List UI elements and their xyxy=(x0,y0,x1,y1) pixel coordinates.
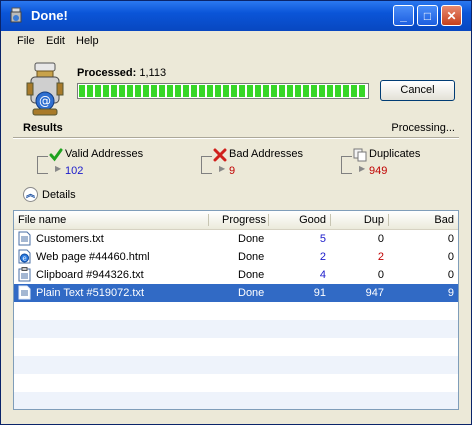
row-progress: Done xyxy=(238,269,265,281)
empty-row-stripe xyxy=(14,392,458,409)
row-dup: 0 xyxy=(377,269,384,281)
results-divider xyxy=(13,137,459,139)
progress-bar xyxy=(77,83,369,99)
row-good: 91 xyxy=(313,287,326,299)
processed-count: 1,113 xyxy=(139,67,167,79)
row-dup: 947 xyxy=(365,287,384,299)
main-window: Done! _ □ ✕ File Edit Help @ Processed: … xyxy=(0,0,472,425)
file-list[interactable]: File name Progress Good Dup Bad Customer… xyxy=(13,210,459,410)
row-file-name: Web page #44460.html xyxy=(36,251,150,263)
minimize-button[interactable]: _ xyxy=(393,5,414,26)
progress-bar-fill xyxy=(79,85,367,97)
column-good[interactable]: Good xyxy=(299,214,326,226)
valid-bracket xyxy=(37,156,48,174)
svg-text:@: @ xyxy=(39,94,51,108)
row-good: 5 xyxy=(319,233,326,245)
row-dup: 2 xyxy=(377,251,384,263)
table-row-selected[interactable]: Plain Text #519072.txt Done 91 947 9 xyxy=(14,284,458,302)
menu-file[interactable]: File xyxy=(17,35,35,47)
cancel-button[interactable]: Cancel xyxy=(380,80,455,101)
duplicates-icon xyxy=(353,148,367,162)
duplicates-label: Duplicates xyxy=(369,148,421,160)
row-bad: 9 xyxy=(447,287,454,299)
row-progress: Done xyxy=(238,233,265,245)
status-bar xyxy=(1,412,471,424)
column-divider[interactable] xyxy=(330,214,331,226)
clipboard-icon xyxy=(18,267,31,282)
row-bad: 0 xyxy=(447,233,454,245)
title-bar[interactable]: Done! _ □ ✕ xyxy=(1,1,471,31)
row-good: 4 xyxy=(319,269,326,281)
table-row[interactable]: Clipboard #944326.txt Done 4 0 0 xyxy=(14,266,458,284)
details-label: Details xyxy=(42,189,76,201)
valid-addresses-label: Valid Addresses xyxy=(65,148,144,160)
mascot-icon: @ xyxy=(26,62,64,116)
window-title: Done! xyxy=(31,8,68,23)
duplicates-stat: Duplicates ▶ 949 xyxy=(341,148,471,180)
table-row[interactable]: e Web page #44460.html Done 2 2 0 xyxy=(14,248,458,266)
valid-arrow-icon: ▶ xyxy=(55,164,62,173)
bad-bracket xyxy=(201,156,212,174)
column-divider[interactable] xyxy=(268,214,269,226)
column-progress[interactable]: Progress xyxy=(222,214,266,226)
row-bad: 0 xyxy=(447,269,454,281)
duplicates-value[interactable]: 949 xyxy=(369,165,387,177)
svg-text:e: e xyxy=(22,255,26,263)
column-file-name[interactable]: File name xyxy=(18,214,66,226)
bad-addresses-value[interactable]: 9 xyxy=(229,165,235,177)
column-divider[interactable] xyxy=(388,214,389,226)
processed-caption: Processed: xyxy=(77,67,137,79)
results-heading: Results xyxy=(23,122,63,134)
duplicates-bracket xyxy=(341,156,352,174)
app-icon xyxy=(10,7,22,23)
text-file-icon xyxy=(18,231,31,246)
row-dup: 0 xyxy=(377,233,384,245)
web-page-icon: e xyxy=(18,249,31,264)
processed-label: Processed: 1,113 xyxy=(77,67,166,79)
bad-addresses-stat: Bad Addresses ▶ 9 xyxy=(201,148,351,180)
row-bad: 0 xyxy=(447,251,454,263)
menu-bar: File Edit Help xyxy=(1,31,471,51)
bad-arrow-icon: ▶ xyxy=(219,164,226,173)
row-file-name: Plain Text #519072.txt xyxy=(36,287,145,299)
processing-status: Processing... xyxy=(391,122,455,134)
empty-row-stripe xyxy=(14,356,458,374)
column-dup[interactable]: Dup xyxy=(364,214,384,226)
collapse-chevron-icon[interactable]: ︽ xyxy=(23,187,38,202)
row-good: 2 xyxy=(319,251,326,263)
maximize-button[interactable]: □ xyxy=(417,5,438,26)
row-file-name: Clipboard #944326.txt xyxy=(36,269,144,281)
list-header: File name Progress Good Dup Bad xyxy=(14,211,458,230)
red-x-icon xyxy=(213,148,227,162)
text-file-icon xyxy=(18,285,31,300)
close-button[interactable]: ✕ xyxy=(441,5,462,26)
valid-addresses-stat: Valid Addresses ▶ 102 xyxy=(37,148,187,180)
green-check-icon xyxy=(49,148,63,162)
menu-help[interactable]: Help xyxy=(76,35,99,47)
empty-row-stripe xyxy=(14,320,458,338)
duplicates-arrow-icon: ▶ xyxy=(359,164,366,173)
menu-edit[interactable]: Edit xyxy=(46,35,65,47)
bad-addresses-label: Bad Addresses xyxy=(229,148,303,160)
column-bad[interactable]: Bad xyxy=(434,214,454,226)
valid-addresses-value[interactable]: 102 xyxy=(65,165,83,177)
table-row[interactable]: Customers.txt Done 5 0 0 xyxy=(14,230,458,248)
column-divider[interactable] xyxy=(208,214,209,226)
row-progress: Done xyxy=(238,287,265,299)
row-progress: Done xyxy=(238,251,265,263)
row-file-name: Customers.txt xyxy=(36,233,104,245)
